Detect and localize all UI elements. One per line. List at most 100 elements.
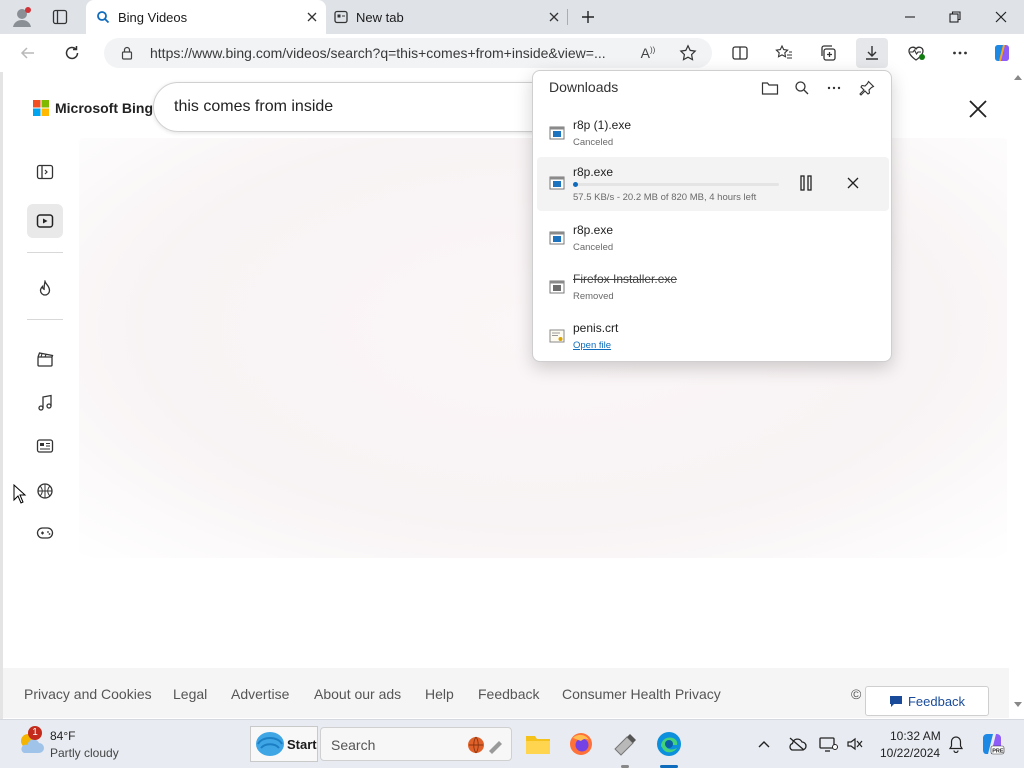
search-downloads-button[interactable]	[790, 76, 814, 100]
mouse-cursor-icon	[13, 484, 27, 504]
edge-icon	[657, 732, 681, 756]
split-screen-button[interactable]	[724, 38, 756, 68]
plus-icon	[582, 11, 594, 23]
footer-link-health-privacy[interactable]: Consumer Health Privacy	[562, 686, 721, 702]
feedback-button[interactable]: Feedback	[865, 686, 989, 716]
sidebar-divider	[27, 319, 63, 320]
footer-link-about-ads[interactable]: About our ads	[314, 686, 401, 702]
download-item[interactable]: Firefox Installer.exe Removed	[537, 263, 889, 311]
bing-logo[interactable]: Microsoft Bing	[33, 100, 153, 116]
close-tab-icon[interactable]	[546, 9, 562, 25]
copilot-taskbar-button[interactable]: PRE	[978, 730, 1006, 758]
weather-temperature[interactable]: 84°F	[50, 729, 75, 743]
lock-icon[interactable]	[120, 46, 134, 60]
footer-link-feedback[interactable]: Feedback	[478, 686, 539, 702]
start-shell-icon	[256, 732, 284, 756]
downloads-more-options-button[interactable]	[822, 76, 846, 100]
pause-download-button[interactable]	[793, 170, 819, 196]
sidebar-item-gaming[interactable]	[31, 519, 59, 547]
footer-link-advertise[interactable]: Advertise	[231, 686, 289, 702]
split-screen-icon	[732, 46, 748, 60]
copilot-pre-icon: PRE	[983, 734, 1005, 755]
refresh-button[interactable]	[56, 38, 88, 68]
usb-drive-app[interactable]	[611, 730, 639, 758]
browser-essentials-button[interactable]	[900, 38, 932, 68]
download-status: Removed	[573, 291, 614, 302]
edge-app[interactable]	[655, 730, 683, 758]
read-aloud-button[interactable]: A))	[632, 38, 664, 68]
favorites-button[interactable]	[768, 38, 800, 68]
download-progress-fill	[573, 182, 579, 187]
collections-button[interactable]	[812, 38, 844, 68]
sidebar-item-videos[interactable]	[27, 204, 63, 238]
footer-link-help[interactable]: Help	[425, 686, 454, 702]
sidebar-item-news[interactable]	[31, 432, 59, 460]
close-window-button[interactable]	[989, 5, 1013, 29]
favorite-star-button[interactable]	[672, 38, 704, 68]
tab-actions-button[interactable]	[48, 5, 72, 29]
tab-actions-icon	[52, 9, 68, 25]
download-progress-text: 57.5 KB/s - 20.2 MB of 820 MB, 4 hours l…	[573, 192, 757, 203]
download-status: Canceled	[573, 137, 614, 148]
download-item[interactable]: penis.crt Open file	[537, 312, 889, 360]
network-tray-icon[interactable]	[785, 730, 809, 758]
file-explorer-app[interactable]	[524, 730, 552, 758]
tab-new-tab[interactable]: New tab	[328, 0, 568, 34]
cancel-download-button[interactable]	[840, 170, 866, 196]
refresh-icon	[65, 46, 79, 60]
search-input[interactable]: this comes from inside	[153, 82, 573, 132]
downloads-button[interactable]	[856, 38, 888, 68]
search-icon	[97, 11, 110, 24]
firefox-app[interactable]	[567, 730, 595, 758]
start-button[interactable]: Start	[250, 726, 318, 762]
footer-link-legal[interactable]: Legal	[173, 686, 207, 702]
folder-icon	[526, 736, 550, 754]
show-hidden-icons-button[interactable]	[752, 730, 776, 758]
close-icon	[995, 11, 1007, 23]
sidebar-expand-button[interactable]	[31, 158, 59, 186]
sidebar-item-trending[interactable]	[31, 275, 59, 303]
close-icon[interactable]	[965, 96, 991, 122]
volume-tray-icon[interactable]	[843, 730, 867, 758]
chevron-up-icon	[758, 741, 770, 748]
more-horizontal-icon	[827, 86, 841, 90]
download-item[interactable]: r8p.exe Canceled	[537, 214, 889, 262]
tab-bing-videos[interactable]: Bing Videos	[86, 0, 326, 34]
download-status: Canceled	[573, 242, 614, 253]
certificate-file-icon	[549, 329, 565, 343]
sidebar-item-sports[interactable]	[31, 477, 59, 505]
restore-button[interactable]	[943, 5, 967, 29]
notifications-button[interactable]	[944, 730, 968, 758]
clock-date[interactable]: 10/22/2024	[880, 746, 940, 760]
footer-link-privacy[interactable]: Privacy and Cookies	[24, 686, 152, 702]
sidebar-item-music[interactable]	[31, 389, 59, 417]
address-bar[interactable]: https://www.bing.com/videos/search?q=thi…	[104, 38, 712, 68]
sidebar-item-movies[interactable]	[31, 345, 59, 373]
page-scrollbar[interactable]	[1009, 72, 1024, 719]
open-downloads-folder-button[interactable]	[758, 76, 782, 100]
speaker-muted-icon	[847, 737, 863, 751]
display-tray-icon[interactable]	[816, 730, 840, 758]
minimize-button[interactable]	[898, 5, 922, 29]
profile-avatar[interactable]	[10, 5, 34, 29]
microsoft-logo-icon	[33, 100, 49, 116]
download-progress-bar	[573, 182, 779, 187]
clock-time[interactable]: 10:32 AM	[890, 729, 941, 743]
back-button[interactable]	[12, 38, 44, 68]
download-item-active[interactable]: r8p.exe 57.5 KB/s - 20.2 MB of 820 MB, 4…	[537, 157, 889, 211]
settings-more-button[interactable]	[944, 38, 976, 68]
new-tab-button[interactable]	[576, 5, 600, 29]
download-item[interactable]: r8p (1).exe Canceled	[537, 109, 889, 157]
copilot-icon	[995, 44, 1009, 62]
close-tab-icon[interactable]	[304, 9, 320, 25]
pin-downloads-button[interactable]	[855, 76, 879, 100]
download-icon	[866, 46, 878, 60]
open-file-link[interactable]: Open file	[573, 340, 611, 351]
search-highlight-icon	[468, 736, 502, 754]
downloads-panel: Downloads r8p (1).exe Canceled r8p.exe 5…	[532, 70, 892, 362]
weather-description[interactable]: Partly cloudy	[50, 746, 119, 760]
browser-toolbar: https://www.bing.com/videos/search?q=thi…	[0, 34, 1024, 72]
taskbar-search-input[interactable]: Search	[320, 727, 512, 761]
weather-widget[interactable]: 1	[16, 726, 46, 758]
copilot-button[interactable]	[986, 38, 1018, 68]
